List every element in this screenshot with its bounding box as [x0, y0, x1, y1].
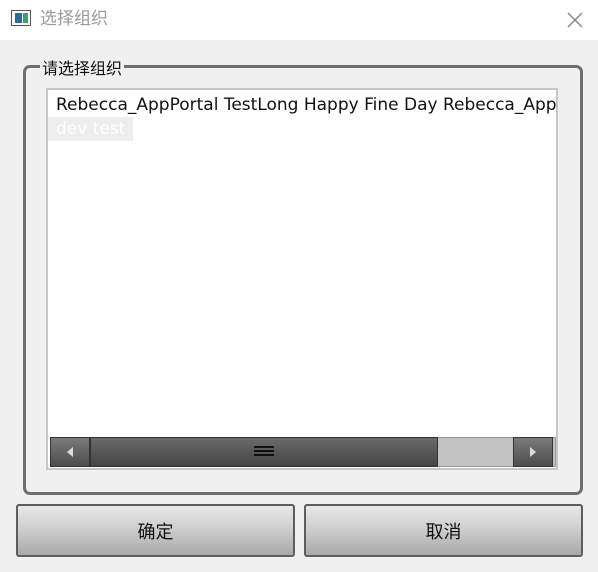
window-icon [11, 10, 31, 26]
scrollbar-thumb[interactable] [90, 437, 438, 467]
scroll-right-button[interactable] [513, 437, 553, 467]
list-item-selected[interactable]: dev test [48, 117, 134, 141]
groupbox-label: 请选择组织 [40, 59, 125, 79]
list-item[interactable]: Rebecca_AppPortal TestLong Happy Fine Da… [48, 93, 556, 117]
close-button[interactable] [563, 8, 587, 32]
list-viewport: Rebecca_AppPortal TestLong Happy Fine Da… [48, 90, 556, 436]
horizontal-scrollbar[interactable] [50, 437, 556, 467]
grip-icon [254, 446, 274, 458]
arrow-right-icon [530, 447, 536, 457]
arrow-left-icon [67, 447, 73, 457]
cancel-button[interactable]: 取消 [304, 504, 583, 557]
title-bar: 选择组织 [0, 0, 598, 40]
window-title: 选择组织 [40, 9, 108, 29]
ok-button[interactable]: 确定 [16, 504, 295, 557]
scroll-left-button[interactable] [50, 437, 90, 467]
close-icon [567, 12, 583, 28]
